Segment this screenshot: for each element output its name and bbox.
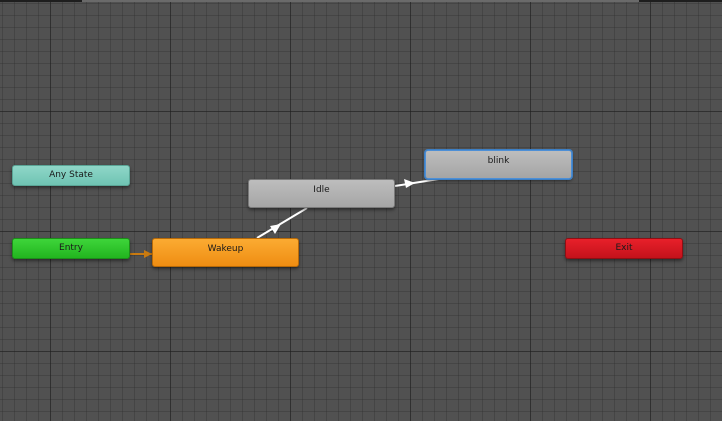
animator-graph-canvas[interactable]: Any State Entry Exit Wakeup Idle blink (0, 0, 722, 421)
state-label: Entry (59, 243, 83, 253)
state-label: Wakeup (207, 244, 244, 254)
top-toolbar-highlight (82, 0, 639, 2)
arrow-head-icon (144, 250, 152, 258)
state-label: blink (487, 156, 510, 166)
transition-entry-to-wakeup[interactable] (130, 250, 152, 258)
state-label: Any State (49, 170, 93, 180)
state-node-wakeup[interactable]: Wakeup (152, 238, 299, 267)
state-node-entry[interactable]: Entry (12, 238, 130, 259)
state-node-idle[interactable]: Idle (248, 179, 395, 208)
top-toolbar-edge (0, 0, 722, 2)
transition-layer (130, 177, 446, 258)
state-label: Idle (313, 185, 330, 195)
transition-idle-to-blink[interactable] (394, 177, 446, 188)
arrow-head-icon (404, 179, 415, 188)
state-node-blink[interactable]: blink (425, 150, 572, 179)
state-label: Exit (615, 243, 633, 253)
transition-wakeup-to-idle[interactable] (256, 207, 308, 239)
state-node-exit[interactable]: Exit (565, 238, 683, 259)
arrow-head-icon (270, 224, 281, 234)
state-node-any-state[interactable]: Any State (12, 165, 130, 186)
